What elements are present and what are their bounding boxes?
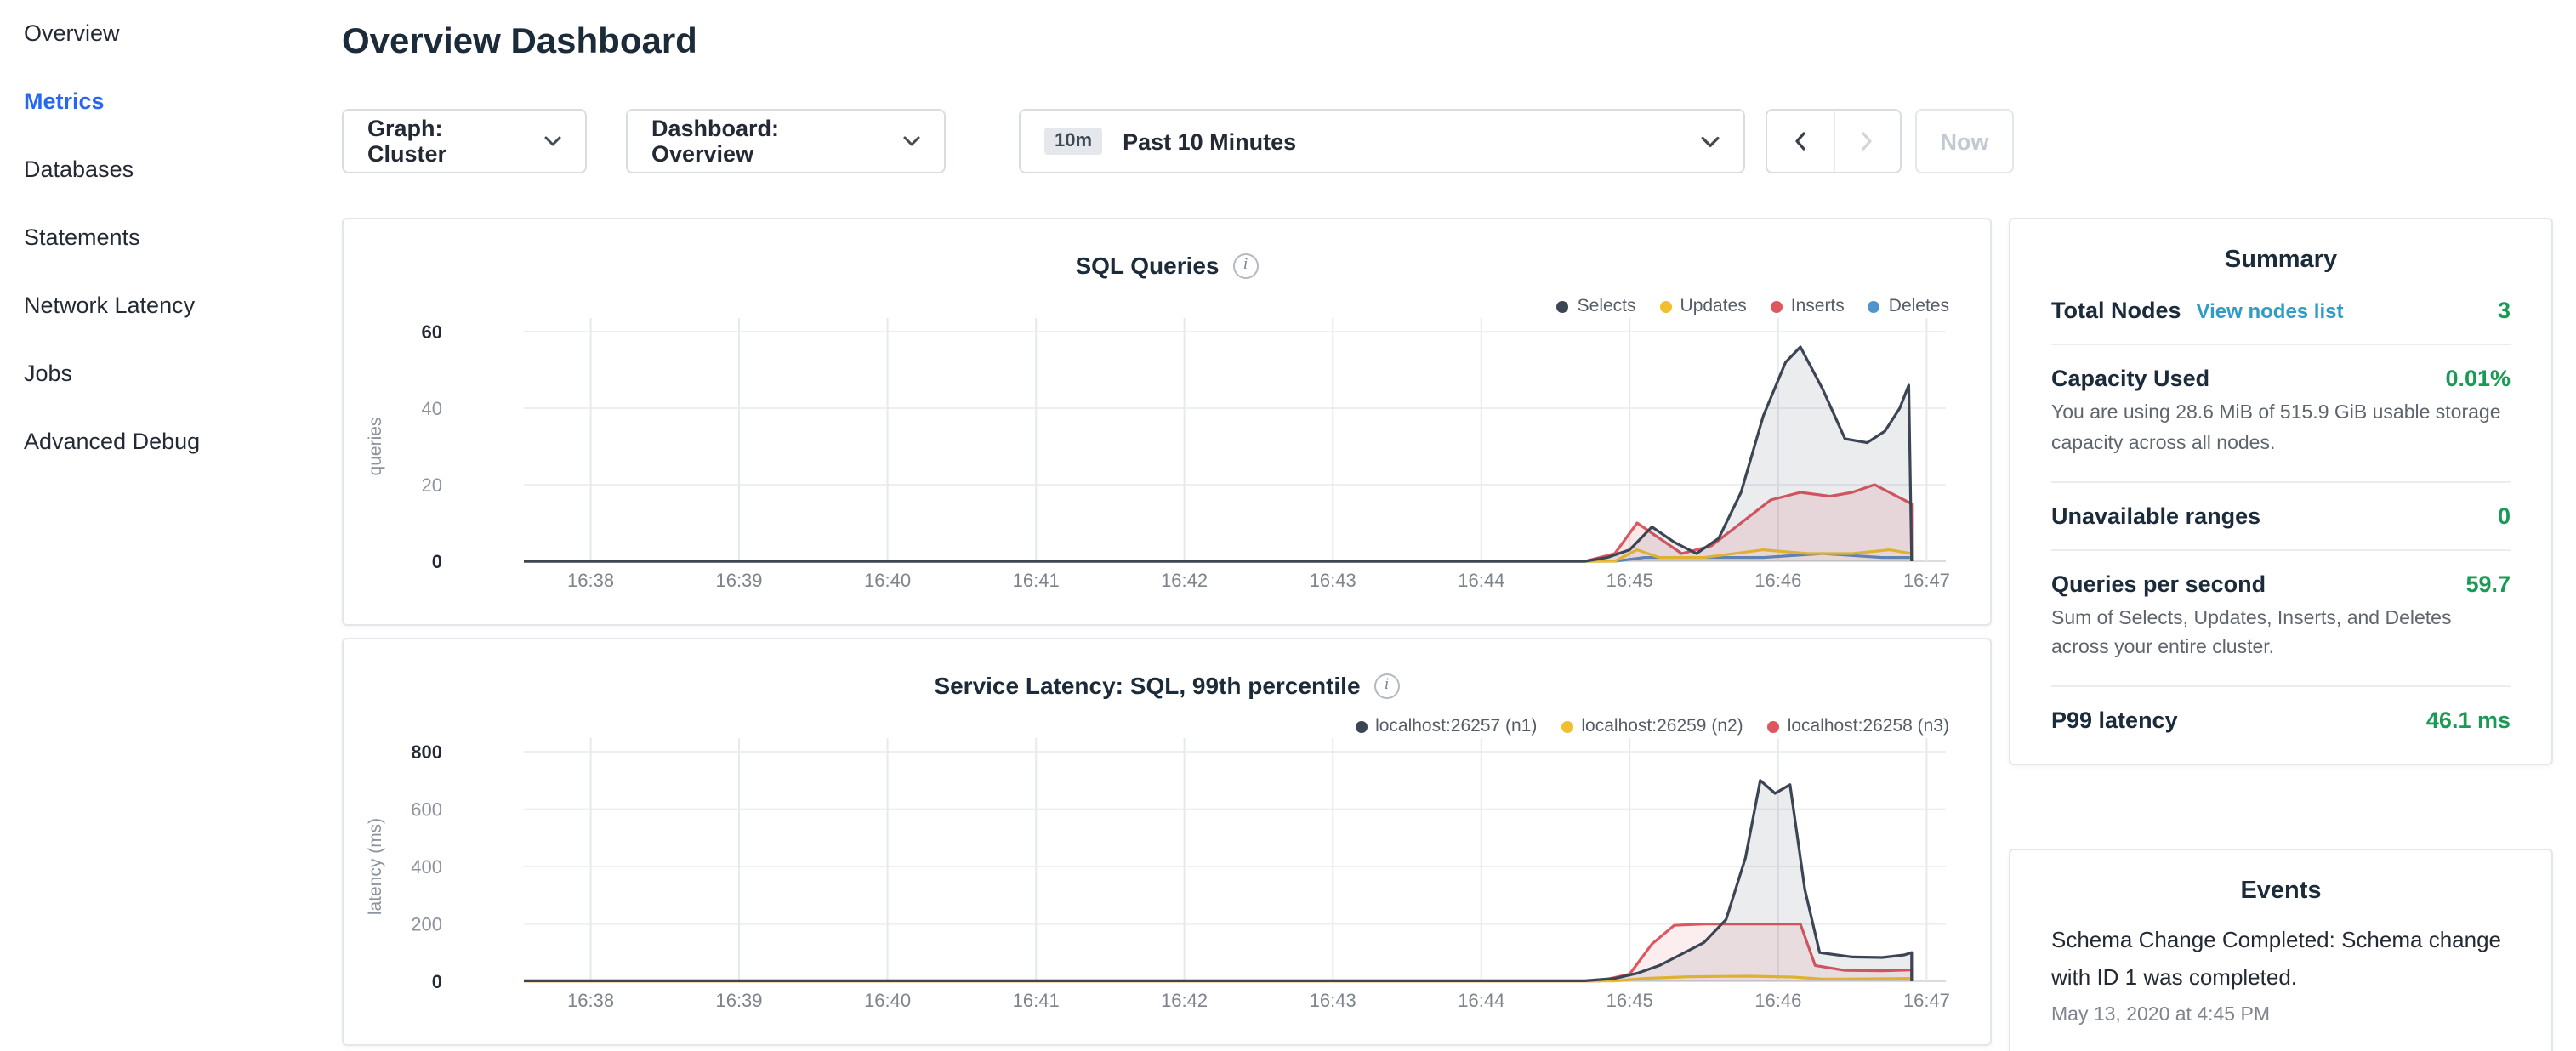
svg-text:16:44: 16:44 (1458, 990, 1504, 1011)
svg-text:16:38: 16:38 (567, 990, 614, 1011)
chevron-down-icon (903, 136, 920, 146)
svg-text:16:45: 16:45 (1606, 990, 1653, 1011)
svg-text:800: 800 (411, 741, 442, 763)
event-timestamp: May 13, 2020 at 4:45 PM (2051, 1005, 2511, 1025)
sidebar-item-databases[interactable]: Databases (0, 136, 316, 204)
summary-metric-value: 3 (2498, 298, 2511, 323)
svg-text:queries: queries (366, 418, 385, 476)
graph-dropdown[interactable]: Graph: Cluster (342, 109, 587, 173)
summary-metric-value: 59.7 (2465, 571, 2511, 596)
svg-text:16:43: 16:43 (1310, 570, 1356, 591)
summary-metric-value: 0 (2498, 503, 2511, 528)
sidebar-item-overview[interactable]: Overview (0, 0, 316, 68)
summary-row-header: Total Nodes View nodes list 3 (2051, 298, 2511, 323)
events-title: Events (2010, 878, 2551, 905)
event-text: Schema Change Completed: Schema change w… (2051, 922, 2511, 997)
summary-row: Queries per second 59.7 Sum of Selects, Up… (2051, 550, 2511, 687)
summary-row-header: P99 latency 46.1 ms (2051, 708, 2511, 734)
svg-text:600: 600 (411, 799, 442, 821)
svg-text:16:41: 16:41 (1013, 990, 1060, 1011)
summary-row-header: Unavailable ranges 0 (2051, 503, 2511, 528)
svg-text:40: 40 (422, 398, 442, 419)
time-window-badge: 10m (1044, 128, 1102, 155)
svg-text:16:42: 16:42 (1161, 570, 1208, 591)
summary-row: Total Nodes View nodes list 3 (2051, 277, 2511, 345)
chevron-left-icon (1793, 131, 1808, 151)
sql-queries-panel: SQL Queries i SelectsUpdatesInsertsDelet… (342, 218, 1992, 626)
svg-text:400: 400 (411, 856, 442, 878)
svg-text:16:38: 16:38 (567, 570, 614, 591)
svg-text:16:45: 16:45 (1606, 570, 1653, 591)
events-list: Schema Change Completed: Schema change w… (2010, 922, 2551, 1051)
summary-metric-description: You are using 28.6 MiB of 515.9 GiB usab… (2051, 400, 2511, 460)
summary-row: Capacity Used 0.01% You are using 28.6 MiB… (2051, 345, 2511, 482)
summary-metric-label: Unavailable ranges (2051, 503, 2260, 528)
svg-text:20: 20 (422, 474, 442, 496)
summary-row: Unavailable ranges 0 (2051, 482, 2511, 550)
summary-metric-value: 0.01% (2445, 366, 2511, 391)
svg-text:16:39: 16:39 (715, 990, 762, 1011)
graph-dropdown-label: Graph: Cluster (367, 116, 527, 167)
sidebar-nav: OverviewMetricsDatabasesStatementsNetwor… (0, 0, 316, 1051)
chevron-down-icon (544, 136, 561, 146)
summary-row-header: Capacity Used 0.01% (2051, 366, 2511, 391)
svg-text:16:40: 16:40 (864, 570, 911, 591)
svg-text:16:46: 16:46 (1754, 570, 1801, 591)
svg-text:16:39: 16:39 (715, 570, 762, 591)
svg-text:0: 0 (432, 551, 442, 572)
summary-metric-value: 46.1 ms (2426, 708, 2511, 734)
chevron-down-icon (1701, 135, 1720, 147)
svg-text:latency (ms): latency (ms) (366, 818, 385, 915)
now-button[interactable]: Now (1915, 109, 2014, 173)
summary-row-header: Queries per second 59.7 (2051, 571, 2511, 596)
service-latency-panel: Service Latency: SQL, 99th percentile i … (342, 638, 1992, 1046)
dashboard-dropdown[interactable]: Dashboard: Overview (626, 109, 946, 173)
next-time-window-button[interactable] (1833, 111, 1900, 172)
sidebar-item-metrics[interactable]: Metrics (0, 68, 316, 136)
summary-row: P99 latency 46.1 ms (2051, 688, 2511, 754)
svg-text:16:42: 16:42 (1161, 990, 1208, 1011)
dashboard-dropdown-label: Dashboard: Overview (651, 116, 886, 167)
summary-metric-label: Queries per second (2051, 571, 2266, 596)
svg-text:60: 60 (422, 321, 442, 343)
summary-rows: Total Nodes View nodes list 3 Capacity Used… (2010, 277, 2551, 764)
summary-metric-description: Sum of Selects, Updates, Inserts, and De… (2051, 605, 2511, 665)
events-panel: Events Schema Change Completed: Schema c… (2009, 849, 2553, 1051)
svg-text:16:47: 16:47 (1903, 570, 1950, 591)
time-window-pager (1766, 109, 1902, 173)
view-nodes-list-link[interactable]: View nodes list (2197, 299, 2344, 323)
svg-text:0: 0 (432, 971, 442, 992)
summary-panel: Summary Total Nodes View nodes list 3 Capac… (2009, 218, 2553, 766)
page-title: Overview Dashboard (342, 22, 697, 63)
summary-metric-label: P99 latency (2051, 708, 2178, 734)
svg-text:16:43: 16:43 (1310, 990, 1356, 1011)
svg-text:16:46: 16:46 (1754, 990, 1801, 1011)
svg-text:16:41: 16:41 (1013, 570, 1060, 591)
time-window-dropdown[interactable]: 10m Past 10 Minutes (1019, 109, 1745, 173)
summary-metric-label: Total Nodes (2051, 298, 2181, 323)
sql-queries-plot: 0 20 40 60 16:38 16:39 16:40 16:41 16:42 16:43 16:… (344, 219, 1990, 624)
svg-text:16:40: 16:40 (864, 990, 911, 1011)
sidebar-item-jobs[interactable]: Jobs (0, 340, 316, 408)
time-window-label: Past 10 Minutes (1123, 128, 1296, 154)
svg-text:200: 200 (411, 914, 442, 935)
summary-title: Summary (2010, 247, 2551, 274)
prev-time-window-button[interactable] (1767, 111, 1833, 172)
admin-ui-root: OverviewMetricsDatabasesStatementsNetwor… (0, 0, 2576, 1051)
sidebar-item-advanced-debug[interactable]: Advanced Debug (0, 408, 316, 476)
svg-text:16:47: 16:47 (1903, 990, 1950, 1011)
service-latency-plot: 0 200 400 600 800 16:38 16:39 16:40 16:41 16:42 16… (344, 639, 1990, 1044)
sidebar-item-network-latency[interactable]: Network Latency (0, 272, 316, 340)
chevron-right-icon (1860, 131, 1875, 151)
svg-text:16:44: 16:44 (1458, 570, 1504, 591)
summary-metric-label: Capacity Used (2051, 366, 2209, 391)
sidebar-item-statements[interactable]: Statements (0, 204, 316, 272)
